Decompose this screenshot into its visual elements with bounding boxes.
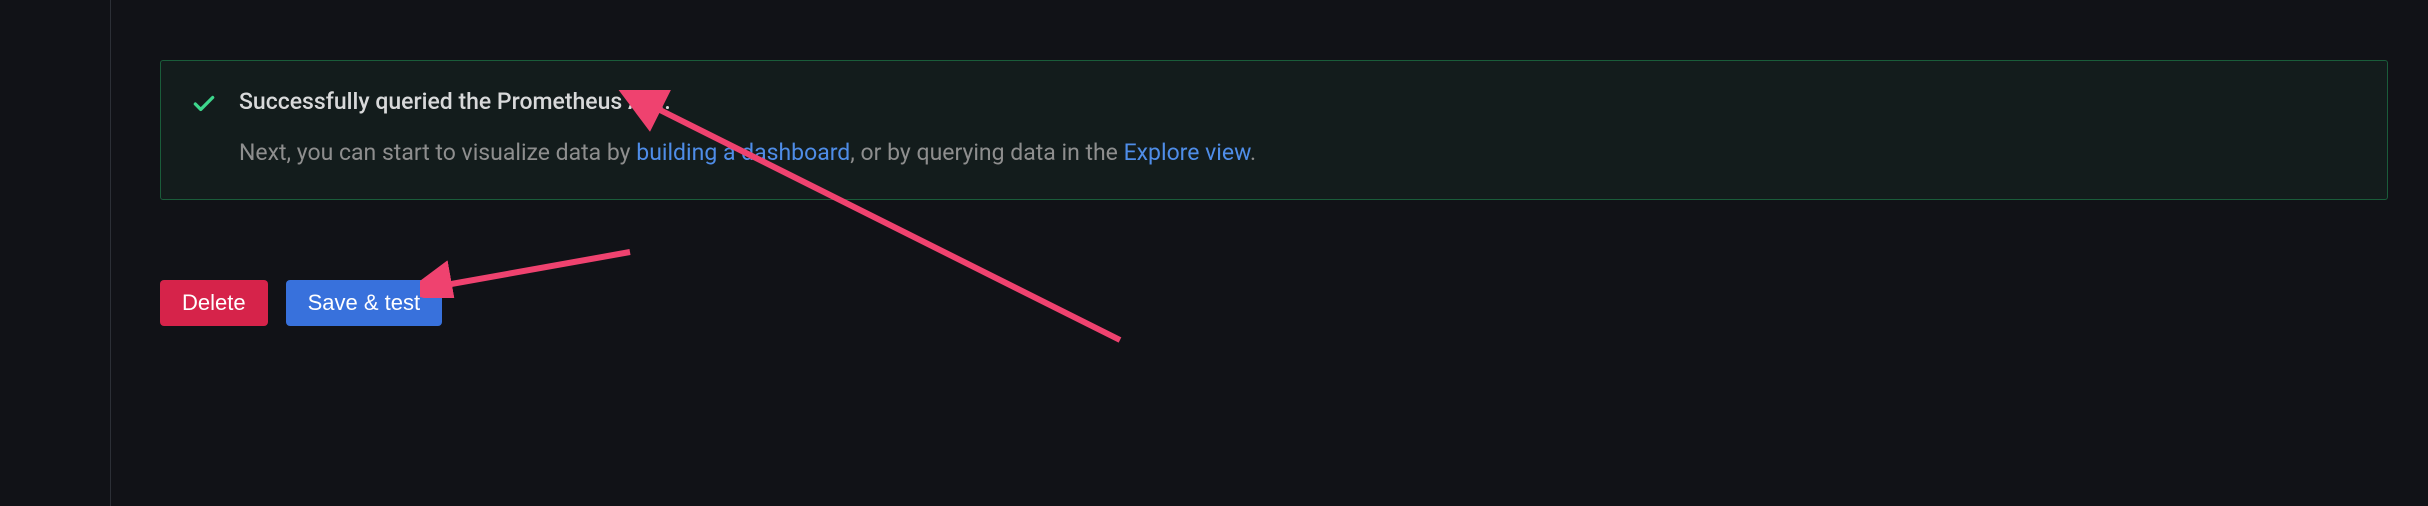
save-test-button[interactable]: Save & test [286,280,443,326]
link-explore-view[interactable]: Explore view [1124,139,1250,166]
alert-success: Successfully queried the Prometheus API.… [160,60,2388,200]
alert-title: Successfully queried the Prometheus API. [239,87,2357,117]
content-area: Successfully queried the Prometheus API.… [160,60,2388,326]
alert-body: Successfully queried the Prometheus API.… [239,87,2357,169]
button-row: Delete Save & test [160,280,2388,326]
alert-text-prefix: Next, you can start to visualize data by [239,139,636,166]
sidebar-divider [110,0,111,506]
alert-text-mid: , or by querying data in the [850,139,1123,166]
link-building-dashboard[interactable]: building a dashboard [636,139,850,166]
check-icon [191,91,217,121]
alert-text: Next, you can start to visualize data by… [239,137,2357,169]
alert-text-suffix: . [1250,139,1256,166]
delete-button[interactable]: Delete [160,280,268,326]
